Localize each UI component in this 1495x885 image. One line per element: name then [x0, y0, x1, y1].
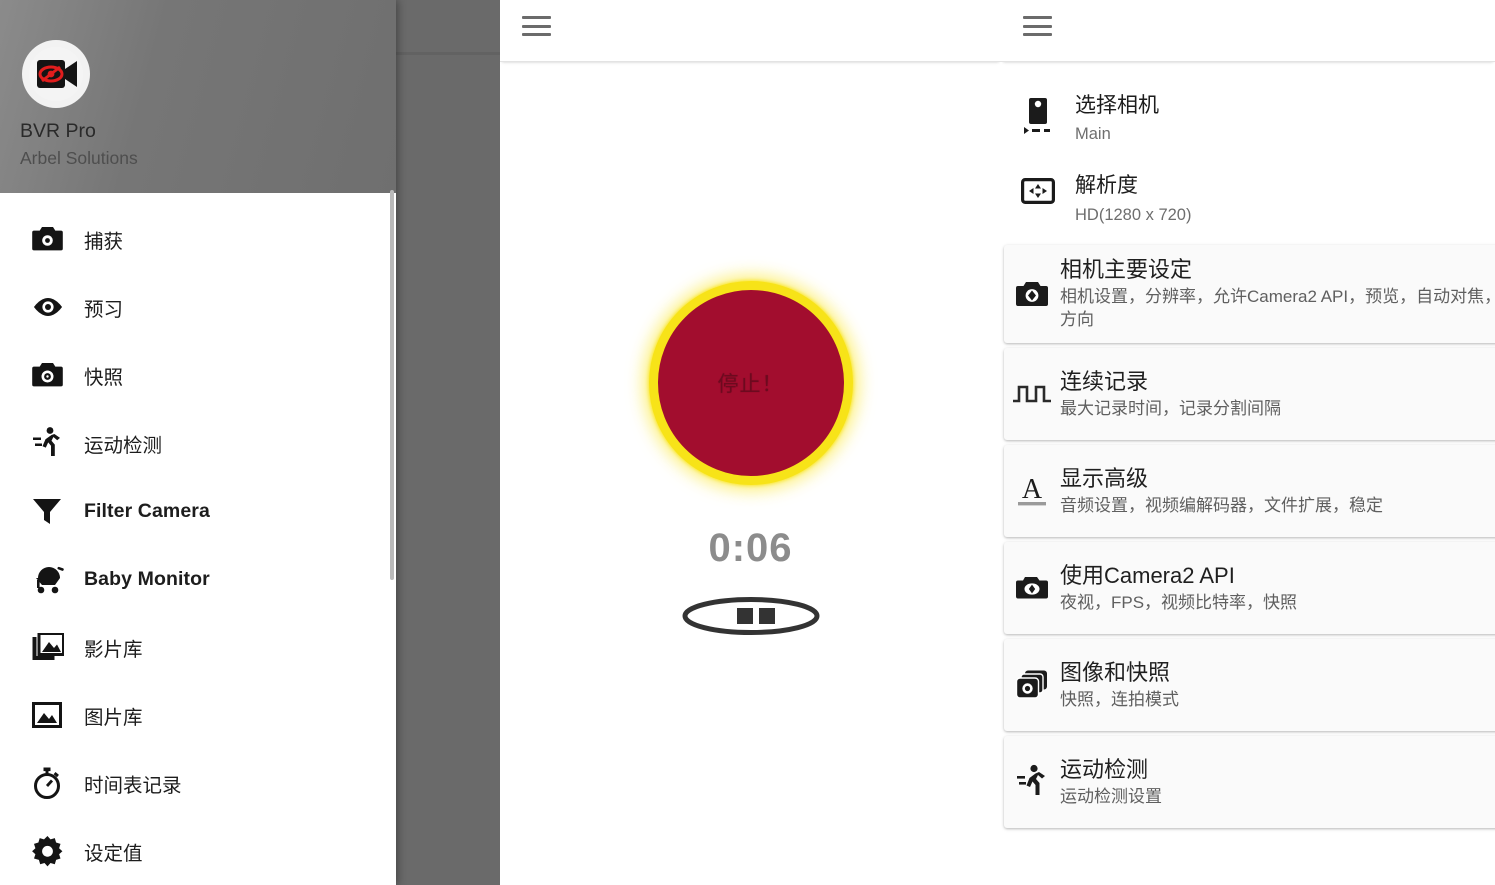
sidebar-item-label: 捕获	[84, 230, 124, 253]
setting-card-subtitle: 音频设置，视频编解码器，文件扩展，稳定	[1060, 496, 1383, 516]
running-person-icon	[1004, 763, 1060, 801]
filter-funnel-icon	[32, 497, 78, 525]
sidebar-item-label: 图片库	[84, 706, 143, 729]
setting-card-subtitle: 相机设置，分辨率，允许Camera2 API，预览，自动对焦，方向	[1060, 287, 1495, 330]
svg-text:A: A	[1022, 474, 1043, 505]
setting-row-resolution[interactable]: 解析度 HD(1280 x 720)	[1001, 159, 1495, 239]
camera-settings-icon	[1004, 280, 1060, 308]
setting-row-title: 选择相机	[1075, 94, 1159, 117]
navigation-drawer: BVR Pro Arbel Solutions 捕获 预习 快照 运动检测 Fi…	[0, 0, 396, 885]
settings-toolbar	[1001, 0, 1495, 62]
letter-a-icon: A	[1004, 471, 1060, 511]
eye-icon	[32, 296, 78, 318]
running-person-icon	[32, 426, 78, 460]
pause-oval-icon[interactable]	[681, 596, 821, 635]
app-logo	[22, 40, 90, 108]
setting-row-title: 解析度	[1075, 174, 1138, 198]
sidebar-item-motion-detection[interactable]: 运动检测	[0, 409, 396, 477]
sidebar-item-schedule-record[interactable]: 时间表记录	[0, 749, 396, 817]
sidebar-item-label: 时间表记录	[84, 774, 182, 797]
sidebar-item-label: 预习	[84, 298, 124, 321]
gear-icon	[32, 835, 78, 867]
setting-card-images-snapshots[interactable]: 图像和快照 快照，连拍模式	[1004, 639, 1495, 732]
sidebar-item-video-library[interactable]: 影片库	[0, 613, 396, 681]
sidebar-item-settings[interactable]: 设定值	[0, 817, 396, 885]
setting-card-title: 使用Camera2 API	[1060, 562, 1235, 588]
setting-card-title: 运动检测	[1060, 756, 1149, 782]
sidebar-item-label: Baby Monitor	[84, 567, 210, 590]
timer-icon	[32, 767, 78, 799]
camera-icon	[32, 226, 78, 252]
image-library-icon	[32, 701, 78, 729]
camera-api-icon	[1004, 575, 1060, 601]
settings-list[interactable]: 选择相机 Main 解析度 HD(1280 x 720) 相机主要设定 相机设置…	[1001, 62, 1495, 885]
settings-panel: 选择相机 Main 解析度 HD(1280 x 720) 相机主要设定 相机设置…	[1001, 0, 1495, 885]
setting-row-subtitle: HD(1280 x 720)	[1075, 205, 1192, 224]
burst-photos-icon	[1004, 669, 1060, 701]
setting-card-display-advanced[interactable]: A 显示高级 音频设置，视频编解码器，文件扩展，稳定	[1004, 445, 1495, 538]
setting-card-motion-detection[interactable]: 运动检测 运动检测设置	[1004, 736, 1495, 829]
recording-timer: 0:06	[708, 525, 793, 570]
setting-card-subtitle: 最大记录时间，记录分割间隔	[1060, 399, 1281, 419]
sidebar-item-label: 影片库	[84, 638, 143, 661]
capture-panel: 停止！ 0:06	[500, 0, 1001, 885]
sidebar-item-baby-monitor[interactable]: Baby Monitor	[0, 545, 396, 613]
setting-card-camera2-api[interactable]: 使用Camera2 API 夜视，FPS，视频比特率，快照	[1004, 542, 1495, 635]
app-title: BVR Pro	[20, 120, 96, 142]
hamburger-icon[interactable]	[1023, 16, 1052, 36]
setting-card-title: 显示高级	[1060, 465, 1149, 491]
setting-card-title: 图像和快照	[1060, 659, 1171, 685]
sidebar-item-preview[interactable]: 预习	[0, 273, 396, 341]
photo-camera-icon	[32, 362, 78, 388]
app-root: 停止！ 0:06 选择相机 Main 解析度 HD(1280 x 720) 相机…	[0, 0, 1495, 885]
setting-card-subtitle: 运动检测设置	[1060, 787, 1162, 807]
video-library-icon	[32, 633, 78, 661]
app-vendor: Arbel Solutions	[20, 148, 138, 168]
sidebar-item-snapshot[interactable]: 快照	[0, 341, 396, 409]
sidebar-item-image-library[interactable]: 图片库	[0, 681, 396, 749]
setting-card-camera-main[interactable]: 相机主要设定 相机设置，分辨率，允许Camera2 API，预览，自动对焦，方向	[1004, 244, 1495, 344]
pulse-wave-icon	[1004, 381, 1060, 407]
stop-button-label: 停止！	[717, 372, 784, 396]
setting-row-subtitle: Main	[1075, 125, 1111, 144]
resolution-icon	[1001, 172, 1075, 206]
sidebar-item-label: 设定值	[84, 842, 143, 865]
sidebar-item-label: 运动检测	[84, 434, 163, 457]
drawer-scrollbar[interactable]	[390, 190, 394, 580]
select-camera-icon	[1001, 92, 1075, 140]
setting-card-title: 相机主要设定	[1060, 256, 1193, 282]
drawer-menu: 捕获 预习 快照 运动检测 Filter Camera Baby Monitor…	[0, 193, 396, 885]
sidebar-item-filter-camera[interactable]: Filter Camera	[0, 477, 396, 545]
sidebar-item-label: 快照	[84, 366, 124, 389]
drawer-header: BVR Pro Arbel Solutions	[0, 0, 396, 193]
sidebar-item-capture[interactable]: 捕获	[0, 205, 396, 273]
stop-recording-button[interactable]: 停止！	[648, 280, 853, 485]
scrim-divider	[396, 52, 500, 55]
sidebar-item-label: Filter Camera	[84, 499, 210, 522]
stroller-icon	[32, 564, 78, 594]
setting-card-subtitle: 夜视，FPS，视频比特率，快照	[1060, 593, 1298, 613]
setting-card-continuous-record[interactable]: 连续记录 最大记录时间，记录分割间隔	[1004, 348, 1495, 441]
setting-card-subtitle: 快照，连拍模式	[1060, 690, 1179, 710]
record-control-area: 停止！ 0:06	[500, 0, 1001, 885]
setting-card-title: 连续记录	[1060, 368, 1149, 394]
setting-row-select-camera[interactable]: 选择相机 Main	[1001, 79, 1495, 159]
